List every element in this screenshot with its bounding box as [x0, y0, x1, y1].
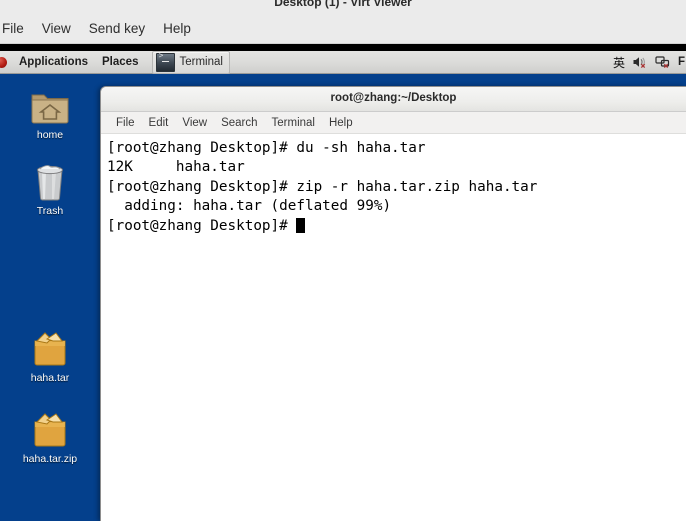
term-menu-terminal[interactable]: Terminal — [265, 115, 322, 131]
desktop-icon-haha-tar-zip[interactable]: haha.tar.zip — [9, 406, 91, 465]
viewer-window-title: Desktop (1) - Virt Viewer — [274, 0, 412, 9]
viewer-guest-border — [0, 44, 686, 51]
screen-root: Desktop (1) - Virt Viewer File View Send… — [0, 0, 686, 521]
archive-icon — [9, 325, 91, 369]
vv-menu-send-key[interactable]: Send key — [80, 19, 154, 38]
gnome-top-panel: Applications Places Terminal 英 — [0, 50, 686, 74]
vv-menu-file[interactable]: File — [0, 19, 33, 38]
folder-home-icon — [9, 82, 91, 126]
applications-menu[interactable]: Applications — [12, 56, 95, 68]
term-menu-file[interactable]: File — [109, 115, 142, 131]
terminal-cursor — [296, 217, 306, 233]
network-disconnected-icon[interactable] — [655, 55, 671, 69]
term-menu-view[interactable]: View — [175, 115, 214, 131]
archive-icon — [9, 406, 91, 450]
terminal-window[interactable]: root@zhang:~/Desktop File Edit View Sear… — [100, 86, 686, 521]
panel-tray: 英 F — [606, 51, 686, 73]
terminal-line: [root@zhang Desktop]# du -sh haha.tar — [107, 140, 426, 156]
taskbar-item-label: Terminal — [179, 56, 223, 68]
terminal-menubar: File Edit View Search Terminal Help — [101, 112, 686, 134]
terminal-titlebar[interactable]: root@zhang:~/Desktop — [101, 87, 686, 112]
taskbar-item-terminal[interactable]: Terminal — [152, 50, 230, 74]
input-method-indicator[interactable]: 英 — [613, 54, 625, 71]
vv-menu-help[interactable]: Help — [154, 19, 200, 38]
terminal-output-area[interactable]: [root@zhang Desktop]# du -sh haha.tar 12… — [101, 134, 686, 521]
terminal-line: 12K haha.tar — [107, 159, 245, 176]
terminal-prompt-line: [root@zhang Desktop]# — [107, 217, 682, 236]
viewer-menubar: File View Send key Help — [0, 14, 686, 44]
clock[interactable]: F — [678, 56, 685, 68]
desktop-icon-trash[interactable]: Trash — [9, 158, 91, 217]
terminal-window-title: root@zhang:~/Desktop — [330, 92, 457, 104]
panel-left-group: Applications Places Terminal — [0, 50, 230, 74]
desktop-icon-home[interactable]: home — [9, 82, 91, 141]
clock-label: F — [677, 56, 685, 68]
terminal-line: adding: haha.tar (deflated 99%) — [107, 198, 392, 215]
term-menu-edit[interactable]: Edit — [142, 115, 176, 131]
terminal-line: [root@zhang Desktop]# zip -r haha.tar.zi… — [107, 178, 538, 195]
term-menu-help[interactable]: Help — [322, 115, 360, 131]
desktop-icon-label: haha.tar — [30, 372, 70, 384]
desktop-icon-label: home — [36, 129, 64, 141]
desktop-icon-haha-tar[interactable]: haha.tar — [9, 325, 91, 384]
terminal-prompt: [root@zhang Desktop]# — [107, 217, 297, 234]
term-menu-search[interactable]: Search — [214, 115, 264, 131]
viewer-titlebar: Desktop (1) - Virt Viewer — [0, 0, 686, 14]
places-menu[interactable]: Places — [95, 56, 145, 68]
desktop-icon-label: Trash — [36, 205, 64, 217]
fedora-logo-icon[interactable] — [0, 56, 7, 68]
terminal-icon — [156, 52, 176, 72]
volume-muted-icon[interactable] — [632, 55, 648, 69]
input-method-label: 英 — [612, 55, 625, 70]
desktop-icon-label: haha.tar.zip — [22, 453, 78, 465]
trash-icon — [9, 158, 91, 202]
vv-menu-view[interactable]: View — [33, 19, 80, 38]
